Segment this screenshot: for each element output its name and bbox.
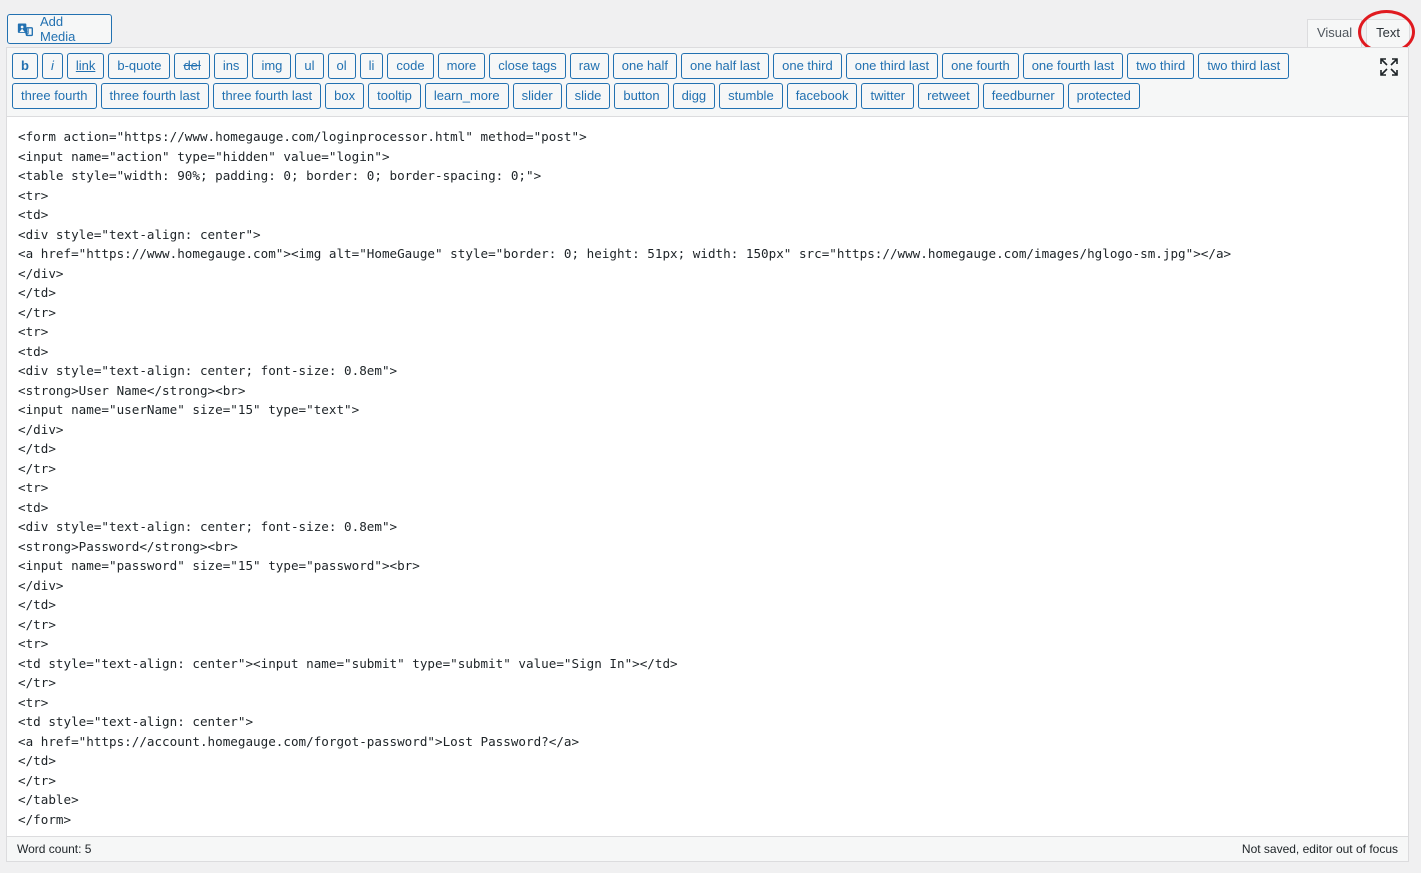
qt-button-img[interactable]: img <box>252 53 292 79</box>
fullscreen-expand-icon[interactable] <box>1380 58 1398 76</box>
qt-button-b-quote[interactable]: b-quote <box>108 53 171 79</box>
qt-button-more[interactable]: more <box>437 53 486 79</box>
qt-button-i[interactable]: i <box>41 53 63 79</box>
qt-button-one-half-last[interactable]: one half last <box>681 53 770 79</box>
qt-button-feedburner[interactable]: feedburner <box>982 83 1064 109</box>
qt-button-one-third-last[interactable]: one third last <box>845 53 939 79</box>
qt-button-del[interactable]: del <box>174 53 210 79</box>
qt-button-one-fourth[interactable]: one fourth <box>942 53 1019 79</box>
toolbar-row-2: three fourth three fourth last three fourt… <box>12 83 1358 109</box>
qt-button-protected[interactable]: protected <box>1067 83 1140 109</box>
qt-button-one-fourth-last[interactable]: one fourth last <box>1022 53 1124 79</box>
qt-button-three-fourth-last[interactable]: three fourth last <box>212 83 322 109</box>
text-editor: b i link b-quote del ins img ul ol li code more clos… <box>6 47 1409 862</box>
qt-button-button[interactable]: button <box>614 83 669 109</box>
qt-button-ol[interactable]: ol <box>327 53 356 79</box>
qt-button-ins[interactable]: ins <box>213 53 249 79</box>
qt-button-link[interactable]: link <box>66 53 105 79</box>
qt-button-digg[interactable]: digg <box>672 83 716 109</box>
add-media-label: Add Media <box>40 14 76 44</box>
qt-button-li[interactable]: li <box>359 53 384 79</box>
qt-button-slider[interactable]: slider <box>512 83 562 109</box>
qt-button-twitter[interactable]: twitter <box>861 83 915 109</box>
qt-button-code[interactable]: code <box>387 53 434 79</box>
media-icon <box>17 23 33 36</box>
tab-text[interactable]: Text <box>1366 19 1410 47</box>
qt-button-facebook[interactable]: facebook <box>786 83 858 109</box>
qt-button-stumble[interactable]: stumble <box>719 83 783 109</box>
qt-button-three-fourth-last[interactable]: three fourth last <box>100 83 209 109</box>
add-media-button[interactable]: Add Media <box>7 14 112 44</box>
qt-button-box[interactable]: box <box>325 83 365 109</box>
word-count: Word count: 5 <box>17 842 92 856</box>
quicktags-toolbar: b i link b-quote del ins img ul ol li code more clos… <box>7 48 1408 117</box>
qt-button-learn-more[interactable]: learn_more <box>424 83 509 109</box>
qt-button-b[interactable]: b <box>12 53 38 79</box>
qt-button-tooltip[interactable]: tooltip <box>368 83 421 109</box>
qt-button-raw[interactable]: raw <box>569 53 609 79</box>
qt-button-retweet[interactable]: retweet <box>918 83 979 109</box>
qt-button-ul[interactable]: ul <box>295 53 324 79</box>
qt-button-two-third[interactable]: two third <box>1127 53 1195 79</box>
tab-visual[interactable]: Visual <box>1306 19 1363 47</box>
qt-button-close-tags[interactable]: close tags <box>489 53 566 79</box>
qt-button-one-half[interactable]: one half <box>612 53 678 79</box>
qt-button-slide[interactable]: slide <box>565 83 611 109</box>
code-textarea[interactable]: <form action="https://www.homegauge.com/… <box>7 117 1408 838</box>
editor-mode-tabs: Visual Text <box>1306 19 1410 47</box>
save-status: Not saved, editor out of focus <box>1241 842 1398 856</box>
editor-status-bar: Word count: 5 Not saved, editor out of f… <box>7 836 1408 861</box>
qt-button-one-third[interactable]: one third <box>773 53 842 79</box>
toolbar-row-1: b i link b-quote del ins img ul ol li code more clos… <box>12 53 1358 79</box>
qt-button-three-fourth[interactable]: three fourth <box>12 83 97 109</box>
qt-button-two-third-last[interactable]: two third last <box>1198 53 1290 79</box>
